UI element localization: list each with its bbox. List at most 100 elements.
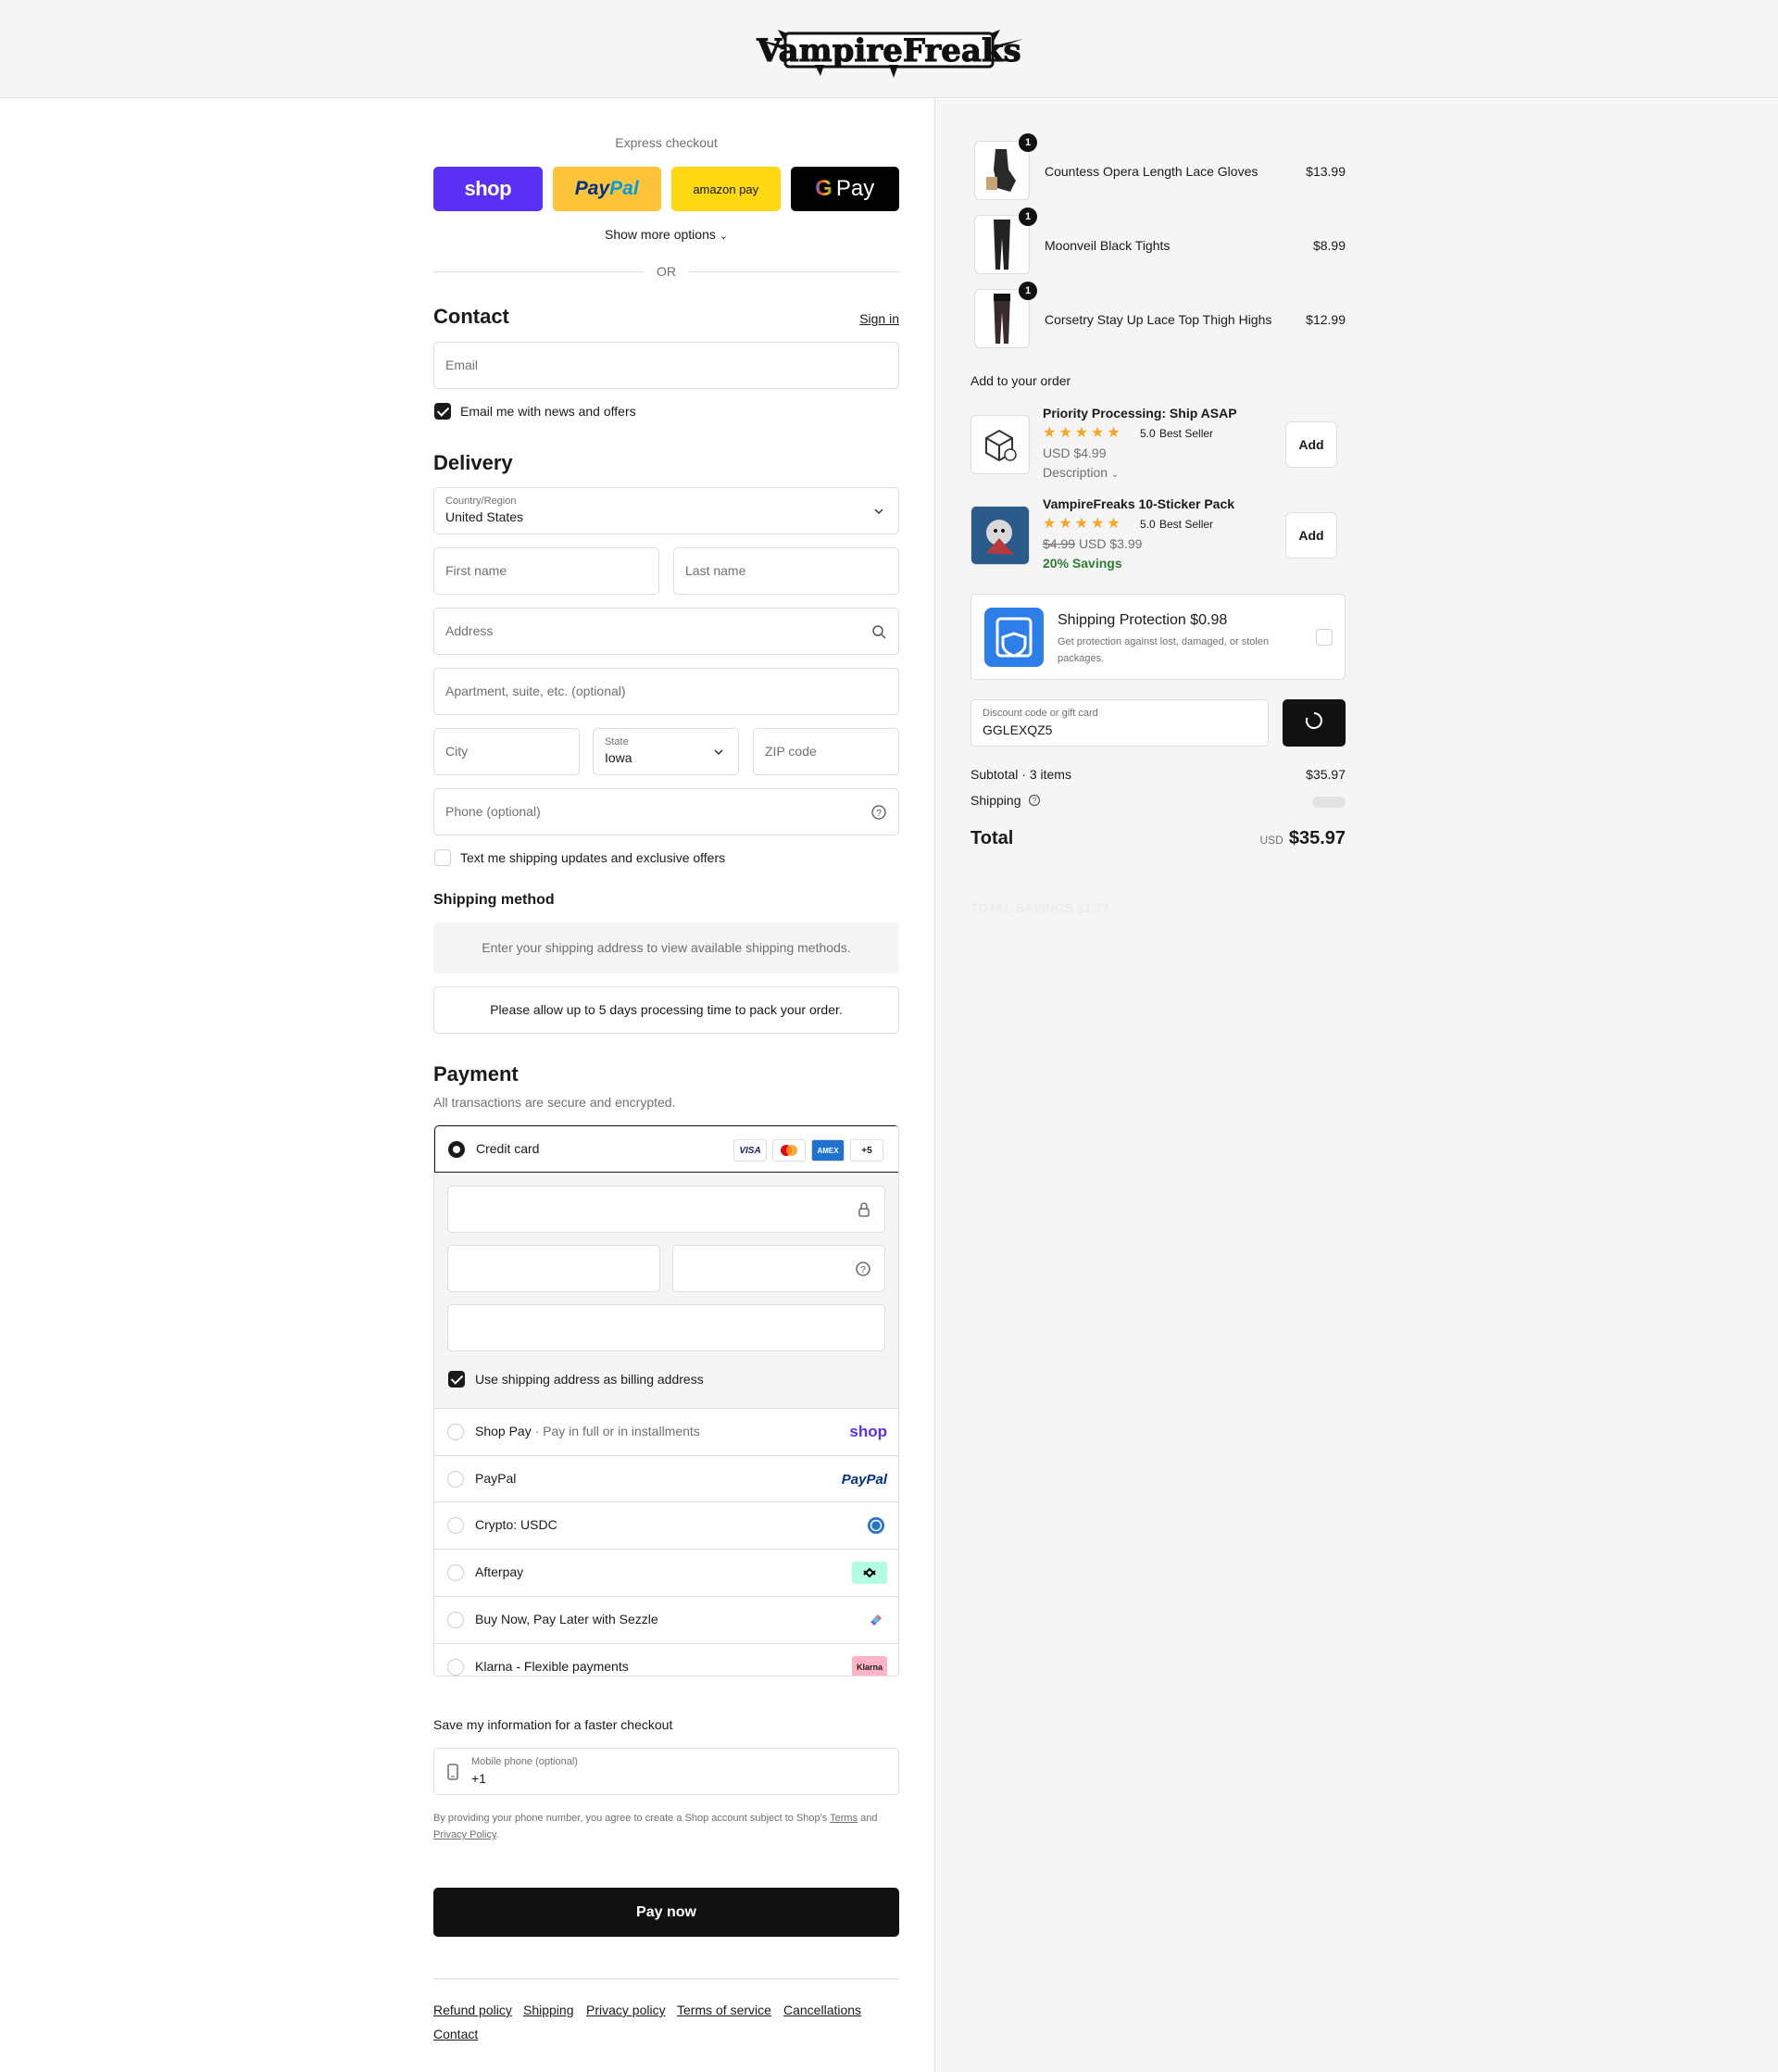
credit-card-option[interactable]: Credit card VISA AMEX +5 xyxy=(434,1125,898,1173)
shield-icon xyxy=(984,608,1044,667)
paypal-radio[interactable] xyxy=(447,1471,464,1488)
contact-link[interactable]: Contact xyxy=(433,2027,478,2041)
legal-text: By providing your phone number, you agre… xyxy=(433,1813,878,1840)
sezzle-option-label: Buy Now, Pay Later with Sezzle xyxy=(475,1612,658,1626)
google-pay-label: Pay xyxy=(835,176,875,201)
klarna-option[interactable]: Klarna - Flexible payments Klarna xyxy=(434,1643,898,1676)
zip-field[interactable]: ZIP code xyxy=(753,728,899,775)
rating-value: 5.0 xyxy=(1140,427,1156,440)
mobile-phone-label: Mobile phone (optional) xyxy=(471,1756,578,1767)
city-field[interactable]: City xyxy=(433,728,580,775)
google-pay-button[interactable]: G Pay xyxy=(790,167,899,211)
state-select[interactable]: State Iowa xyxy=(593,728,739,775)
mobile-phone-field[interactable]: Mobile phone (optional) +1 xyxy=(433,1748,899,1795)
quantity-badge: 1 xyxy=(1019,282,1037,300)
best-seller-badge: Best Seller xyxy=(1159,427,1214,440)
shop-pay-option-text: Shop Pay xyxy=(475,1424,532,1438)
google-g-icon: G xyxy=(815,176,833,201)
description-toggle[interactable]: Description ⌄ xyxy=(1043,465,1119,480)
shipping-policy-link[interactable]: Shipping xyxy=(523,2003,574,2017)
shop-pay-radio[interactable] xyxy=(447,1424,464,1440)
sign-in-link[interactable]: Sign in xyxy=(859,311,899,326)
show-more-label: Show more options xyxy=(605,227,716,242)
shipping-label: Shipping xyxy=(970,793,1021,808)
expiration-field[interactable] xyxy=(447,1245,660,1292)
paypal-option[interactable]: PayPal PayPal xyxy=(434,1455,898,1501)
apartment-field[interactable]: Apartment, suite, etc. (optional) xyxy=(433,668,899,715)
terms-of-service-link[interactable]: Terms of service xyxy=(677,2003,771,2017)
news-checkbox[interactable] xyxy=(434,403,451,420)
klarna-option-label: Klarna - Flexible payments xyxy=(475,1659,629,1674)
shop-pay-option-sub: Pay in full or in installments xyxy=(543,1424,700,1438)
card-number-field[interactable] xyxy=(447,1186,885,1233)
amazon-pay-button[interactable]: amazon pay xyxy=(671,167,781,211)
email-field[interactable]: Email xyxy=(433,342,899,389)
afterpay-option-label: Afterpay xyxy=(475,1564,524,1579)
show-more-options[interactable]: Show more options ⌄ xyxy=(433,227,899,242)
address-field[interactable]: Address xyxy=(433,608,899,655)
name-on-card-field[interactable] xyxy=(447,1304,885,1351)
shipping-value-placeholder xyxy=(1312,797,1346,808)
sezzle-radio[interactable] xyxy=(447,1612,464,1628)
sezzle-option[interactable]: Buy Now, Pay Later with Sezzle xyxy=(434,1596,898,1643)
discount-code-field[interactable]: Discount code or gift card GGLEXQZ5 xyxy=(970,699,1269,747)
address-placeholder: Address xyxy=(445,623,494,638)
last-name-field[interactable]: Last name xyxy=(673,547,899,595)
help-icon[interactable]: ? xyxy=(855,1261,871,1282)
help-icon[interactable]: ? xyxy=(870,804,887,821)
afterpay-option[interactable]: Afterpay xyxy=(434,1549,898,1596)
legal-and: and xyxy=(860,1813,878,1824)
shop-pay-option[interactable]: Shop Pay · Pay in full or in installment… xyxy=(434,1408,898,1455)
city-placeholder: City xyxy=(445,744,469,759)
privacy-policy-link[interactable]: Privacy policy xyxy=(586,2003,666,2017)
terms-link[interactable]: Terms xyxy=(830,1813,858,1824)
discount-value: GGLEXQZ5 xyxy=(983,722,1053,737)
express-checkout-title: Express checkout xyxy=(615,135,718,150)
upsell-title: Priority Processing: Ship ASAP xyxy=(1043,406,1237,421)
shop-pay-button[interactable]: shop xyxy=(433,167,543,211)
total-value: $35.97 xyxy=(1288,828,1346,848)
afterpay-radio[interactable] xyxy=(447,1564,464,1581)
refund-policy-link[interactable]: Refund policy xyxy=(433,2003,512,2017)
add-sticker-pack-button[interactable]: Add xyxy=(1285,512,1337,559)
vampirefreaks-logo[interactable]: VampireFreaks xyxy=(750,19,1028,80)
quantity-badge: 1 xyxy=(1019,207,1037,226)
savings-label: 20% Savings xyxy=(1043,556,1122,571)
subtotal-value: $35.97 xyxy=(1306,767,1346,782)
billing-checkbox-label: Use shipping address as billing address xyxy=(475,1372,704,1387)
apply-discount-button[interactable] xyxy=(1283,699,1346,747)
klarna-radio[interactable] xyxy=(447,1659,464,1676)
add-priority-processing-button[interactable]: Add xyxy=(1285,421,1337,468)
first-name-field[interactable]: First name xyxy=(433,547,659,595)
crypto-radio[interactable] xyxy=(447,1517,464,1534)
pay-now-button[interactable]: Pay now xyxy=(433,1888,899,1937)
credit-card-radio[interactable] xyxy=(448,1141,465,1158)
chevron-down-icon: ⌄ xyxy=(719,231,728,242)
crypto-usdc-option[interactable]: Crypto: USDC xyxy=(434,1501,898,1549)
amex-icon: AMEX xyxy=(811,1139,845,1162)
phone-field[interactable]: Phone (optional) ? xyxy=(433,788,899,835)
header: VampireFreaks xyxy=(0,0,1778,98)
privacy-link[interactable]: Privacy Policy xyxy=(433,1829,496,1840)
billing-checkbox[interactable] xyxy=(448,1371,465,1388)
chevron-down-icon: ⌄ xyxy=(1110,470,1120,480)
priority-processing-image xyxy=(970,415,1030,474)
contact-title: Contact xyxy=(433,305,509,328)
discount-label: Discount code or gift card xyxy=(983,708,1098,719)
paypal-button[interactable]: Pay Pal xyxy=(552,167,661,211)
security-code-field[interactable]: ? xyxy=(672,1245,885,1292)
country-select[interactable]: Country/Region United States xyxy=(433,487,899,534)
help-icon[interactable]: ? xyxy=(1028,794,1041,810)
delivery-title: Delivery xyxy=(433,451,513,474)
shop-pay-option-label: Shop Pay · Pay in full or in installment… xyxy=(475,1424,700,1438)
item-name: Countess Opera Length Lace Gloves xyxy=(1045,164,1258,179)
state-label: State xyxy=(605,736,629,747)
protection-checkbox[interactable] xyxy=(1316,629,1333,646)
apartment-placeholder: Apartment, suite, etc. (optional) xyxy=(445,684,626,698)
cancellations-link[interactable]: Cancellations xyxy=(783,2003,861,2017)
svg-text:?: ? xyxy=(1033,797,1037,805)
crypto-option-label: Crypto: USDC xyxy=(475,1517,557,1532)
last-name-placeholder: Last name xyxy=(685,563,746,578)
sms-checkbox[interactable] xyxy=(434,849,451,866)
news-checkbox-label: Email me with news and offers xyxy=(460,404,636,419)
